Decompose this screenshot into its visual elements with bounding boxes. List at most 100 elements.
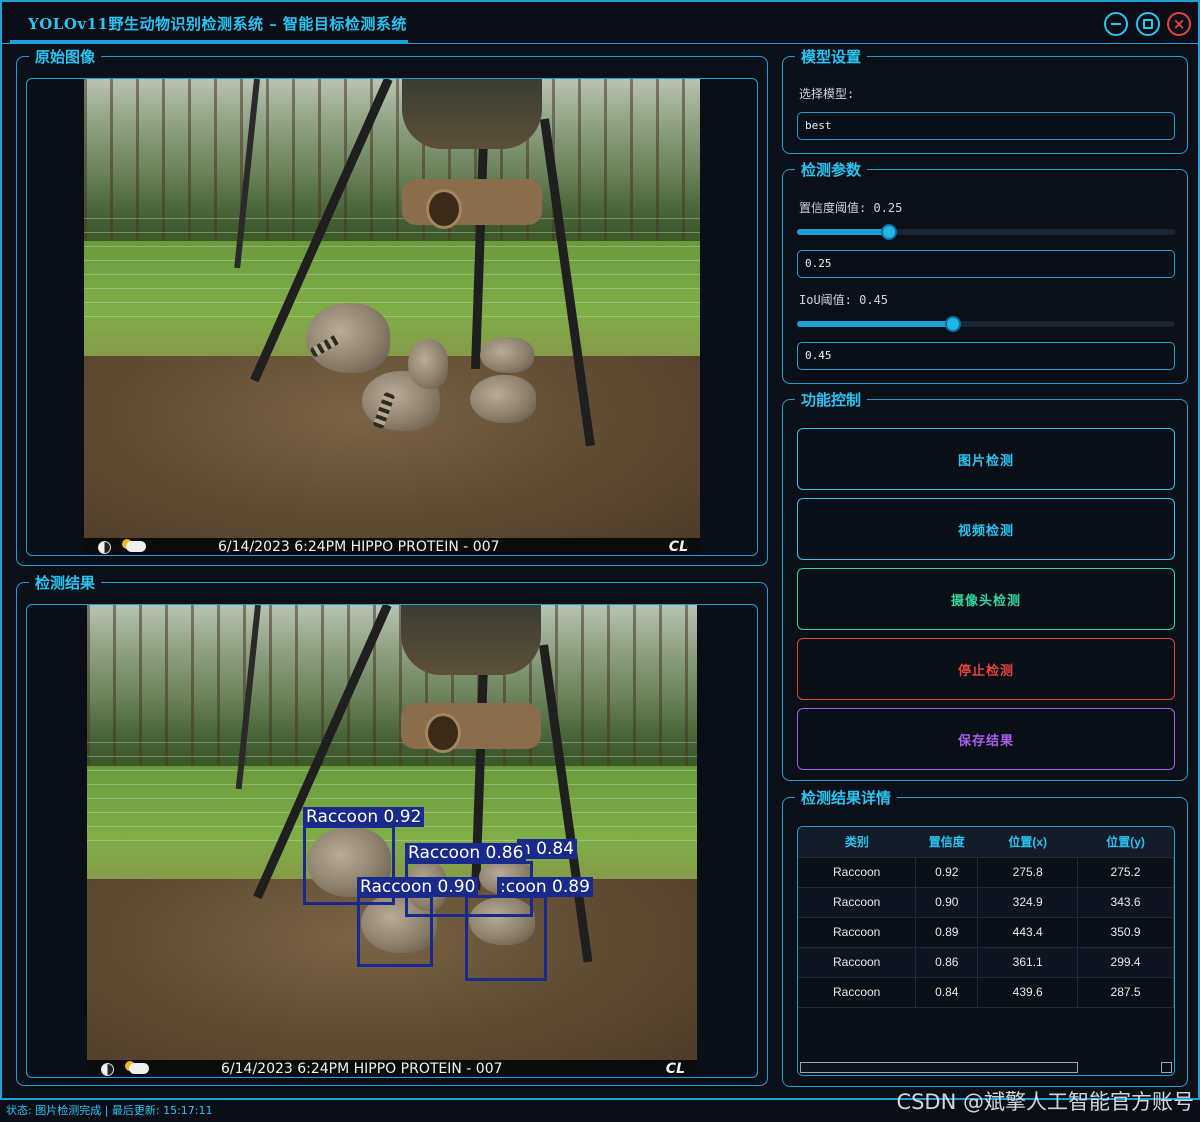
table-row[interactable]: Raccoon 0.84 439.6 287.5 — [798, 977, 1174, 1008]
detection-result-panel: 检测结果 Raccoon 0.92 n 0.84 Raccoon 0.86:c… — [16, 572, 768, 1086]
table-cell: 287.5 — [1077, 977, 1174, 1008]
feeder-spout-hole — [426, 189, 462, 229]
maximize-button[interactable] — [1136, 12, 1160, 36]
raccoon — [480, 337, 534, 373]
table-cell: 299.4 — [1077, 947, 1174, 978]
camera-brand: CL — [665, 1061, 685, 1077]
detection-label: :coon 0.89 — [497, 877, 593, 897]
table-cell: 0.84 — [915, 977, 979, 1008]
confidence-slider[interactable] — [797, 224, 1175, 240]
table-cell: 0.86 — [915, 947, 979, 978]
table-cell: Raccoon — [798, 857, 917, 888]
table-cell: Raccoon — [798, 977, 917, 1008]
scroll-right-icon[interactable] — [1161, 1062, 1172, 1073]
model-select[interactable]: best — [797, 112, 1175, 140]
video-detect-button[interactable]: 视频检测 — [797, 498, 1175, 560]
select-model-label: 选择模型: — [799, 87, 855, 101]
table-cell: 443.4 — [977, 917, 1079, 948]
close-button[interactable]: × — [1167, 12, 1191, 36]
close-icon: × — [1172, 14, 1186, 33]
maximize-icon — [1143, 19, 1153, 29]
table-cell: 439.6 — [977, 977, 1079, 1008]
detection-result-title: 检测结果 — [29, 572, 102, 593]
cloud-icon — [129, 1063, 149, 1074]
model-settings-title: 模型设置 — [795, 46, 868, 67]
moon-icon — [98, 541, 111, 554]
table-cell: 361.1 — [977, 947, 1079, 978]
column-header[interactable]: 位置(x) — [977, 827, 1078, 858]
image-detect-button[interactable]: 图片检测 — [797, 428, 1175, 490]
model-settings-panel: 模型设置 选择模型: best — [782, 46, 1188, 154]
save-result-button[interactable]: 保存结果 — [797, 708, 1175, 770]
slider-handle[interactable] — [945, 316, 961, 332]
results-detail-panel: 检测结果详情 类别 置信度 位置(x) 位置(y) Raccoon 0.92 2… — [782, 787, 1188, 1087]
slider-handle[interactable] — [881, 224, 897, 240]
photo-fence — [84, 212, 700, 318]
table-row[interactable]: Raccoon 0.92 275.8 275.2 — [798, 857, 1174, 888]
table-header-row: 类别 置信度 位置(x) 位置(y) — [798, 827, 1174, 858]
table-cell: 343.6 — [1077, 887, 1174, 918]
camera-stamp: 6/14/2023 6:24PM HIPPO PROTEIN - 007 CL — [84, 538, 700, 555]
table-row[interactable]: Raccoon 0.86 361.1 299.4 — [798, 947, 1174, 978]
result-photo: Raccoon 0.92 n 0.84 Raccoon 0.86 :coon 0… — [87, 605, 697, 1077]
slider-fill — [797, 321, 953, 327]
watermark: CSDN @斌擎人工智能官方账号 — [896, 1090, 1194, 1114]
original-image-frame: 6/14/2023 6:24PM HIPPO PROTEIN - 007 CL — [26, 78, 758, 556]
function-control-title: 功能控制 — [795, 389, 868, 410]
result-image-frame: Raccoon 0.92 n 0.84 Raccoon 0.86 :coon 0… — [26, 604, 758, 1078]
feeder-spout-hole — [425, 713, 461, 753]
table-cell: 0.89 — [915, 917, 979, 948]
detection-box — [465, 895, 547, 981]
detection-label: Raccoon 0.86 — [405, 843, 527, 863]
cloud-icon — [126, 541, 146, 552]
column-header[interactable]: 类别 — [798, 827, 916, 858]
results-table-frame: 类别 置信度 位置(x) 位置(y) Raccoon 0.92 275.8 27… — [797, 826, 1175, 1076]
iou-input[interactable]: 0.45 — [797, 342, 1175, 370]
column-header[interactable]: 位置(y) — [1077, 827, 1174, 858]
feeder-spout — [402, 179, 542, 225]
minimize-button[interactable] — [1104, 12, 1128, 36]
table-row[interactable]: Raccoon 0.89 443.4 350.9 — [798, 917, 1174, 948]
table-cell: 0.90 — [915, 887, 979, 918]
table-cell: 275.8 — [977, 857, 1079, 888]
raccoon — [408, 339, 448, 389]
feeder-hopper — [402, 79, 542, 149]
column-header[interactable]: 置信度 — [915, 827, 978, 858]
original-image-title: 原始图像 — [29, 46, 102, 67]
detection-label: Raccoon 0.90 — [357, 877, 479, 897]
horizontal-scrollbar[interactable] — [798, 1061, 1174, 1075]
camera-brand: CL — [668, 539, 688, 555]
table-cell: 0.92 — [915, 857, 979, 888]
original-photo: 6/14/2023 6:24PM HIPPO PROTEIN - 007 CL — [84, 79, 700, 555]
original-image-panel: 原始图像 6/14/2023 6:24PM HIPPO PROTEIN - 00… — [16, 46, 768, 566]
camera-stamp-text: 6/14/2023 6:24PM HIPPO PROTEIN - 007 — [221, 1061, 503, 1077]
table-row[interactable]: Raccoon 0.90 324.9 343.6 — [798, 887, 1174, 918]
scrollbar-thumb[interactable] — [800, 1062, 1078, 1073]
confidence-input[interactable]: 0.25 — [797, 250, 1175, 278]
confidence-threshold-label: 置信度阈值: 0.25 — [799, 201, 903, 215]
function-control-panel: 功能控制 图片检测 视频检测 摄像头检测 停止检测 保存结果 — [782, 389, 1188, 781]
table-cell: 324.9 — [977, 887, 1079, 918]
table-cell: 350.9 — [1077, 917, 1174, 948]
detection-params-panel: 检测参数 置信度阈值: 0.25 0.25 IoU阈值: 0.45 0.45 — [782, 159, 1188, 384]
camera-stamp: 6/14/2023 6:24PM HIPPO PROTEIN - 007 CL — [87, 1060, 697, 1077]
table-cell: Raccoon — [798, 947, 917, 978]
feeder-spout — [401, 703, 541, 749]
iou-slider[interactable] — [797, 316, 1175, 332]
title-bar: YOLOv11野生动物识别检测系统 – 智能目标检测系统 × — [2, 2, 1198, 44]
results-table: 类别 置信度 位置(x) 位置(y) Raccoon 0.92 275.8 27… — [798, 827, 1174, 1008]
title-underline — [10, 40, 408, 43]
stop-detect-button[interactable]: 停止检测 — [797, 638, 1175, 700]
raccoon — [470, 375, 536, 423]
slider-fill — [797, 229, 889, 235]
table-cell: Raccoon — [798, 887, 917, 918]
feeder-hopper — [401, 605, 541, 675]
iou-threshold-label: IoU阈值: 0.45 — [799, 293, 889, 307]
raccoon — [306, 303, 390, 373]
table-cell: Raccoon — [798, 917, 917, 948]
camera-stamp-text: 6/14/2023 6:24PM HIPPO PROTEIN - 007 — [218, 539, 500, 555]
camera-detect-button[interactable]: 摄像头检测 — [797, 568, 1175, 630]
table-cell: 275.2 — [1077, 857, 1174, 888]
minimize-icon — [1111, 23, 1121, 25]
moon-icon — [101, 1063, 114, 1076]
